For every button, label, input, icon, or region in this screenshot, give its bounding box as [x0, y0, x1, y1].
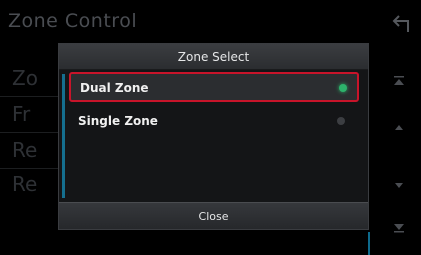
- divider: [0, 132, 60, 133]
- option-label: Single Zone: [78, 114, 158, 128]
- dialog-header: Zone Select: [59, 44, 368, 70]
- scroll-down-icon[interactable]: [388, 174, 410, 196]
- list-accent-bar: [62, 74, 65, 198]
- background-row-label: Fr: [12, 102, 31, 126]
- zone-control-screen: Zone Control Zo Fr Re Re Zone Select Dua…: [0, 0, 421, 255]
- screen-header: Zone Control: [0, 0, 421, 40]
- close-button-label: Close: [198, 210, 229, 223]
- scroll-up-icon[interactable]: [388, 116, 410, 138]
- scroll-top-icon[interactable]: [388, 70, 410, 92]
- scroll-bottom-icon[interactable]: [388, 216, 410, 238]
- divider: [0, 168, 60, 169]
- background-row-label: Re: [12, 138, 38, 162]
- option-list: Dual Zone Single Zone: [59, 70, 368, 202]
- option-single-zone[interactable]: Single Zone: [69, 107, 359, 137]
- radio-unselected-icon: [337, 117, 345, 125]
- dialog-title: Zone Select: [177, 50, 250, 64]
- screen-title: Zone Control: [8, 10, 138, 32]
- close-button[interactable]: Close: [59, 202, 368, 229]
- background-row-label: Re: [12, 172, 38, 196]
- option-dual-zone[interactable]: Dual Zone: [69, 72, 359, 102]
- scroll-controls: [384, 60, 414, 250]
- accent-line: [368, 232, 370, 255]
- option-label: Dual Zone: [80, 81, 149, 95]
- radio-selected-icon: [339, 84, 347, 92]
- back-arrow-icon[interactable]: [390, 12, 414, 34]
- zone-select-dialog: Zone Select Dual Zone Single Zone Close: [58, 43, 369, 230]
- divider: [0, 96, 60, 97]
- background-row-label: Zo: [12, 66, 38, 90]
